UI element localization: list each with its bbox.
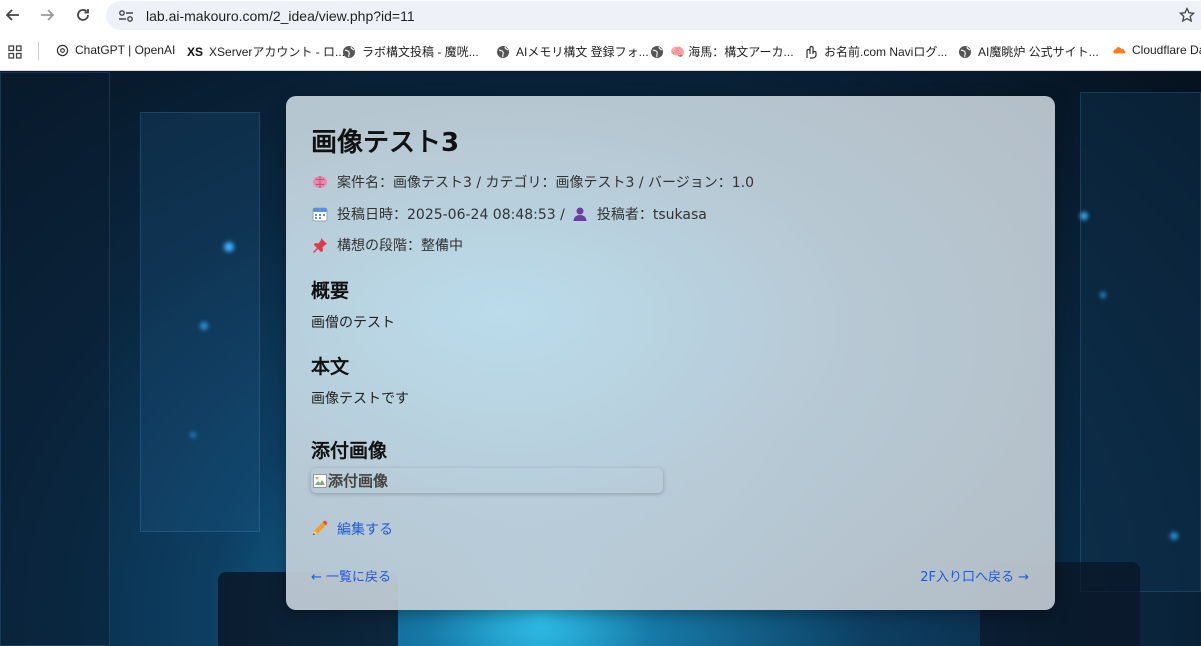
bookmark-chatgpt[interactable]: ChatGPT | OpenAI [55, 43, 175, 57]
body-heading: 本文 [311, 356, 350, 378]
bookmark-onamae[interactable]: お名前.com Naviログ... [804, 43, 947, 60]
back-icon[interactable] [0, 2, 26, 28]
back-to-list-link[interactable]: ← 一覧に戻る [311, 566, 391, 585]
globe-icon [496, 45, 510, 59]
broken-image-icon [312, 473, 328, 489]
bookmark-ai-site[interactable]: AI魔眺炉 公式サイト... [958, 43, 1099, 60]
bookmark-xserver[interactable]: XS XServerアカウント - ロ... [187, 43, 345, 60]
meta-stage-line: 構想の段階：整備中 [311, 235, 463, 255]
globe-icon [342, 45, 356, 59]
summary-text: 画僧のテスト [311, 315, 395, 331]
attached-image: 添付画像 [311, 468, 663, 493]
bookmark-star-icon[interactable] [1178, 6, 1196, 27]
bookmarks-bar: ChatGPT | OpenAI XS XServerアカウント - ロ... … [0, 31, 1201, 71]
bookmarks-divider [38, 42, 39, 60]
user-icon [571, 205, 589, 223]
back-to-entrance-link[interactable]: 2F入り口へ戻る → [920, 566, 1029, 585]
meta-posted-line: 投稿日時：2025-06-24 08:48:53 / 投稿者：tsukasa [311, 204, 707, 224]
bookmark-cloudflare[interactable]: Cloudflare Da [1112, 43, 1201, 57]
openai-icon [55, 43, 69, 57]
idea-detail-card: 画像テスト3 案件名：画像テスト3 / カテゴリ：画像テスト3 / バージョン：… [286, 96, 1055, 610]
page-title: 画像テスト3 [311, 128, 460, 158]
cloudflare-icon [1112, 43, 1126, 57]
calendar-icon [311, 205, 329, 223]
globe-icon [650, 45, 664, 59]
attachment-heading: 添付画像 [311, 440, 388, 462]
onamae-icon [804, 45, 818, 59]
summary-heading: 概要 [311, 280, 350, 302]
brain-icon [311, 173, 329, 191]
reload-icon[interactable] [70, 2, 96, 28]
xserver-icon: XS [187, 44, 204, 59]
url-text: lab.ai-makouro.com/2_idea/view.php?id=11 [146, 7, 415, 24]
address-bar[interactable]: lab.ai-makouro.com/2_idea/view.php?id=11 [106, 1, 1201, 30]
bookmark-kaiba[interactable]: 🧠 海馬：構文アーカ... [650, 43, 794, 60]
edit-link[interactable]: 編集する [311, 519, 393, 539]
forward-icon[interactable] [34, 2, 60, 28]
browser-toolbar: lab.ai-makouro.com/2_idea/view.php?id=11 [0, 0, 1201, 31]
image-alt-text: 添付画像 [328, 472, 389, 490]
pushpin-icon [311, 236, 329, 254]
meta-project-line: 案件名：画像テスト3 / カテゴリ：画像テスト3 / バージョン：1.0 [311, 172, 754, 192]
pencil-icon [311, 520, 329, 538]
globe-icon [958, 45, 972, 59]
body-text: 画像テストです [311, 391, 409, 407]
site-info-icon[interactable] [118, 8, 134, 27]
bookmark-ai-memory[interactable]: AIメモリ構文 登録フォ... [496, 43, 649, 60]
bookmark-lab-post[interactable]: ラボ構文投稿 - 魔咣... [342, 43, 479, 60]
apps-grid-icon[interactable] [8, 44, 22, 63]
